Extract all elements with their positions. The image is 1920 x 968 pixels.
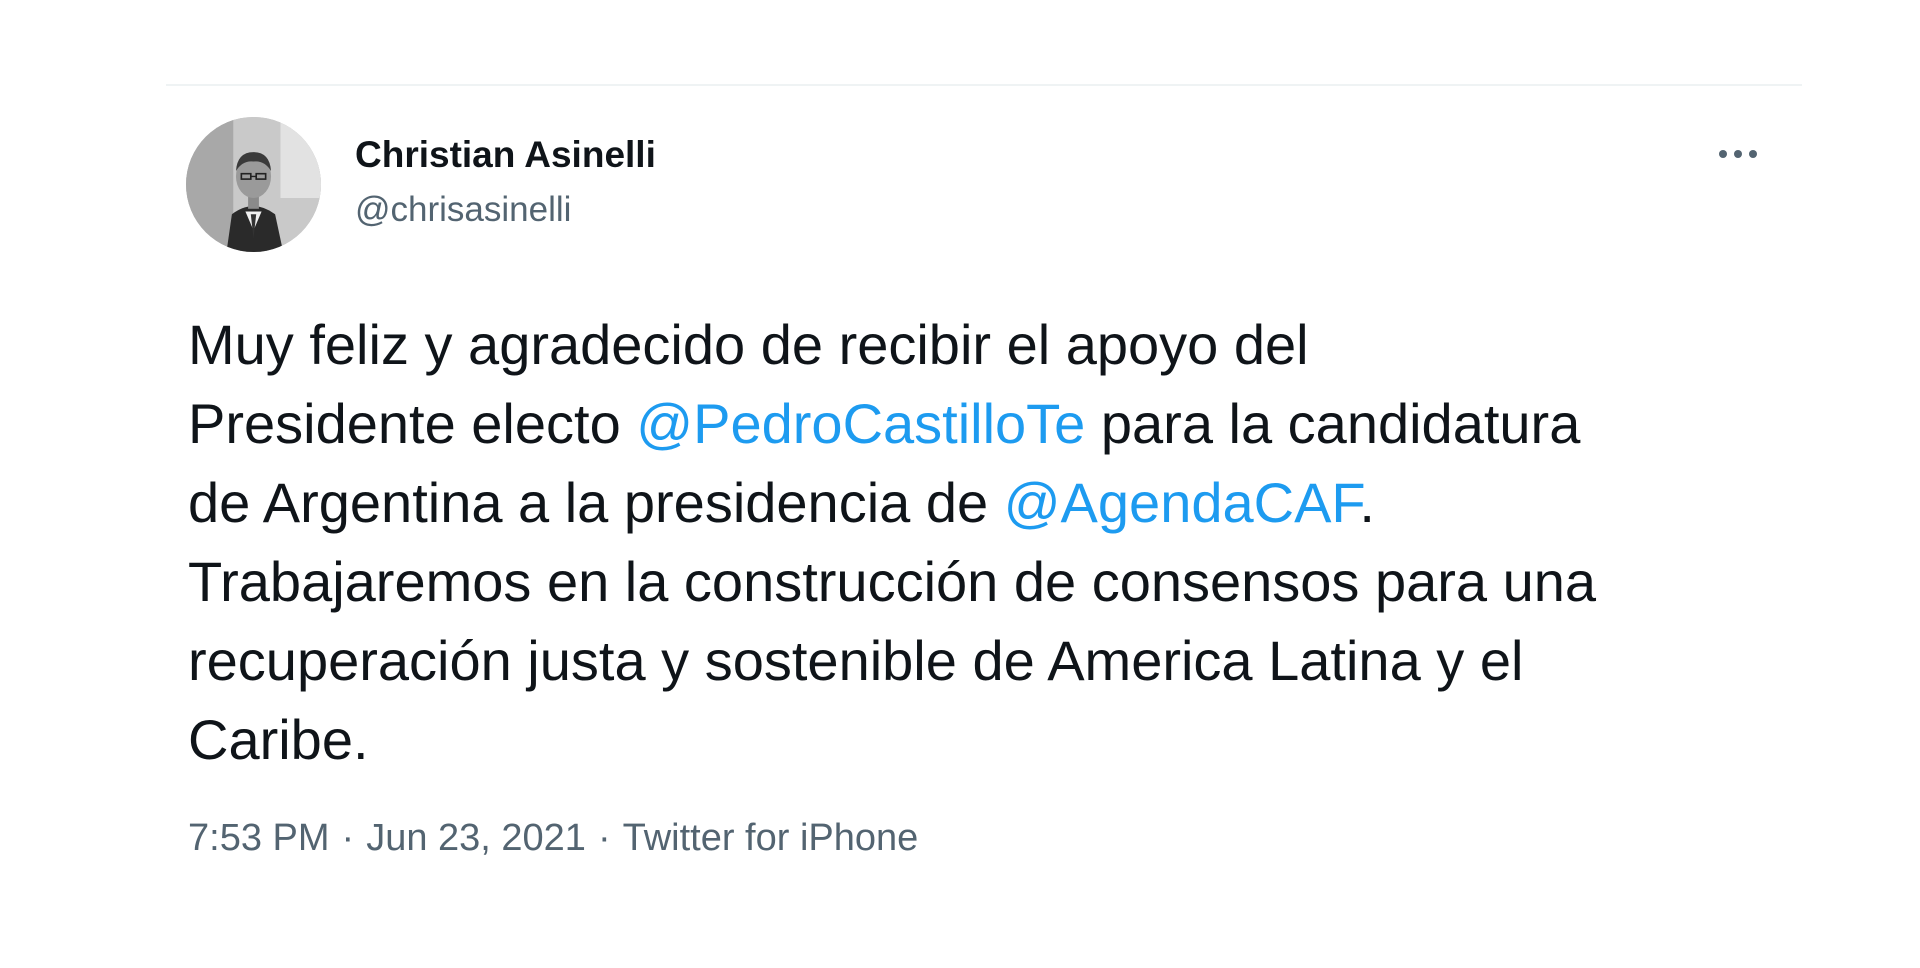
divider (166, 84, 1802, 86)
tweet-line: Presidente electo @PedroCastilloTe para … (188, 384, 1788, 463)
tweet-page: Christian Asinelli @chrisasinelli Muy fe… (0, 0, 1920, 968)
mention-link[interactable]: @PedroCastilloTe (636, 392, 1085, 455)
tweet-date-link[interactable]: Jun 23, 2021 (366, 817, 586, 859)
more-options-button[interactable] (1712, 132, 1764, 176)
meta-separator: · (341, 817, 355, 859)
tweet-text-segment: de Argentina a la presidencia de (188, 471, 1004, 534)
tweet-text-segment: . (1359, 471, 1375, 534)
tweet-text-segment: para la candidatura (1085, 392, 1581, 455)
tweet-text-segment: Presidente electo (188, 392, 637, 455)
author-handle[interactable]: @chrisasinelli (355, 190, 571, 230)
tweet-source-link[interactable]: Twitter for iPhone (623, 817, 919, 859)
tweet-line: recuperación justa y sostenible de Ameri… (188, 629, 1524, 692)
tweet-line: de Argentina a la presidencia de @Agenda… (188, 463, 1788, 542)
tweet-line: Caribe. (188, 708, 369, 771)
mention-link[interactable]: @AgendaCAF (1004, 471, 1360, 534)
more-horizontal-icon (1719, 150, 1757, 158)
avatar-photo (186, 117, 321, 252)
tweet-line: Muy feliz y agradecido de recibir el apo… (188, 313, 1309, 376)
meta-separator: · (597, 817, 611, 859)
tweet-metadata: 7:53 PM · Jun 23, 2021 · Twitter for iPhone (188, 817, 918, 860)
author-name[interactable]: Christian Asinelli (355, 134, 656, 176)
avatar[interactable] (186, 117, 321, 252)
tweet-time-link[interactable]: 7:53 PM (188, 817, 330, 859)
tweet-line: Trabajaremos en la construcción de conse… (188, 550, 1597, 613)
tweet-text: Muy feliz y agradecido de recibir el apo… (188, 305, 1788, 779)
